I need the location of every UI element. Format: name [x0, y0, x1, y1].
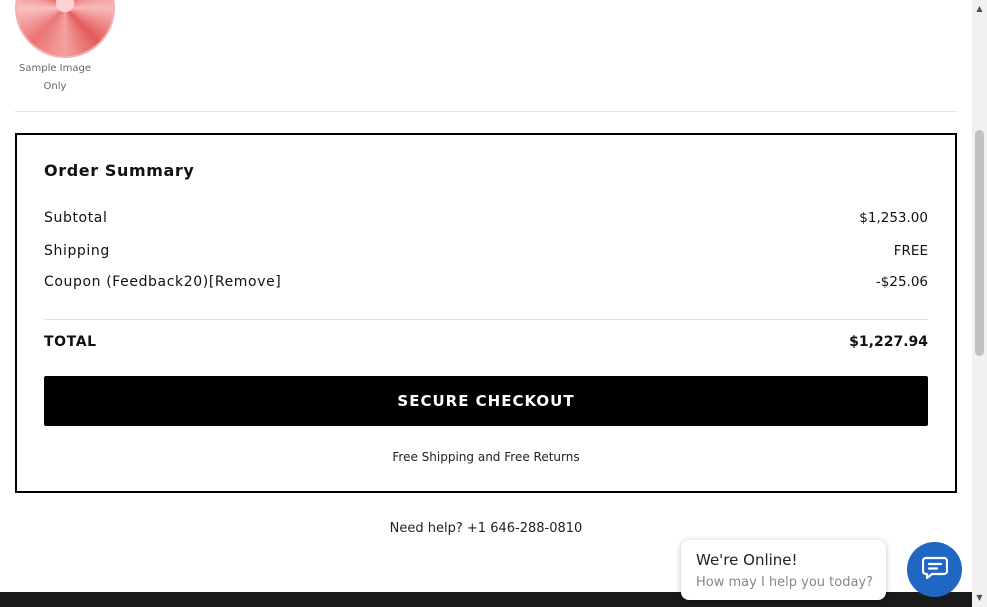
coupon-label-group: Coupon (Feedback20)[Remove] — [44, 274, 281, 290]
total-value: $1,227.94 — [849, 334, 928, 350]
help-phone-text[interactable]: Need help? +1 646-288-0810 — [0, 521, 972, 536]
summary-divider — [44, 319, 928, 320]
scrollbar-thumb[interactable] — [975, 130, 984, 356]
cart-page: Sample Image Only Order Summary Subtotal… — [0, 0, 987, 607]
scroll-up-arrow-icon[interactable]: ▲ — [972, 2, 987, 16]
subtotal-value: $1,253.00 — [859, 210, 928, 226]
divider — [15, 111, 957, 112]
coupon-value: -$25.06 — [875, 274, 928, 290]
coupon-remove-link[interactable]: [Remove] — [209, 274, 282, 290]
order-summary-box: Order Summary Subtotal $1,253.00 Shippin… — [15, 133, 957, 493]
chat-subtitle: How may I help you today? — [696, 575, 874, 590]
page-scrollbar[interactable]: ▲ ▼ — [972, 0, 987, 607]
free-shipping-note: Free Shipping and Free Returns — [392, 450, 580, 464]
subtotal-label: Subtotal — [44, 210, 108, 226]
total-label: TOTAL — [44, 334, 97, 350]
chat-title: We're Online! — [696, 551, 798, 569]
thumbnail-caption: Sample Image Only — [19, 63, 91, 92]
secure-checkout-button[interactable]: SECURE CHECKOUT — [44, 376, 928, 426]
scroll-down-arrow-icon[interactable]: ▼ — [972, 591, 987, 605]
shipping-label: Shipping — [44, 243, 110, 259]
chat-greeting-bubble[interactable]: We're Online! How may I help you today? — [681, 540, 886, 600]
chat-icon — [921, 556, 948, 584]
chat-launcher-button[interactable] — [907, 542, 962, 597]
product-thumbnail[interactable] — [15, 0, 115, 58]
shipping-value: FREE — [893, 243, 928, 259]
order-summary-title: Order Summary — [44, 161, 195, 180]
coupon-label: Coupon (Feedback20) — [44, 274, 209, 290]
